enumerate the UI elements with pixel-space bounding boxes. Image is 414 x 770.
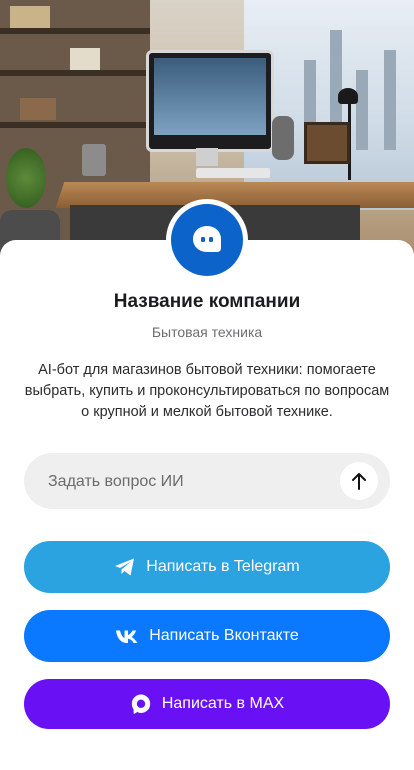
avatar <box>171 204 243 276</box>
shelf <box>0 28 150 34</box>
telegram-icon <box>115 558 135 576</box>
vk-button[interactable]: Написать Вконтакте <box>24 610 390 662</box>
lamp <box>338 88 358 104</box>
max-button-label: Написать в MAX <box>161 695 285 712</box>
speaker <box>272 116 294 160</box>
monitor-stand <box>196 148 218 166</box>
books <box>10 6 50 28</box>
company-category: Бытовая техника <box>151 324 263 340</box>
books <box>20 98 56 120</box>
shelf <box>0 70 150 76</box>
shelf <box>0 122 150 128</box>
pen-holder <box>82 144 106 176</box>
telegram-button-label: Написать в Telegram <box>146 558 300 575</box>
vk-icon <box>116 630 138 643</box>
monitor <box>146 50 274 152</box>
company-name: Название компании <box>113 291 301 312</box>
keyboard <box>196 168 270 178</box>
photo-frame <box>304 122 350 164</box>
telegram-button[interactable]: Написать в Telegram <box>24 541 390 593</box>
plant <box>6 148 46 208</box>
company-description: AI-бот для магазинов бытовой техники: по… <box>24 362 390 420</box>
vk-button-label: Написать Вконтакте <box>149 627 299 644</box>
ask-ai-box <box>24 453 390 511</box>
max-chat-icon <box>131 694 151 714</box>
send-button[interactable] <box>340 462 378 500</box>
books <box>70 48 100 70</box>
chat-bot-icon <box>193 226 221 252</box>
arrow-up-icon <box>352 473 366 490</box>
max-button[interactable]: Написать в MAX <box>24 679 390 729</box>
ask-ai-input[interactable] <box>46 453 330 511</box>
